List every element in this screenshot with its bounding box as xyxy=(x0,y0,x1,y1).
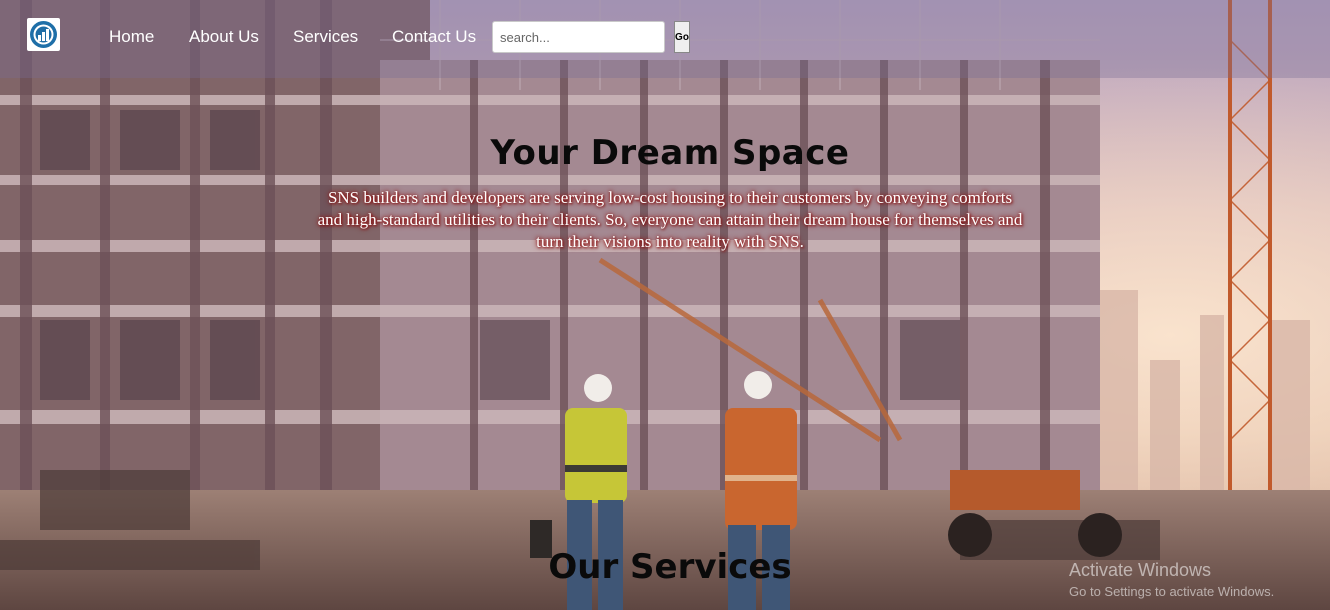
activate-windows-watermark-subtitle: Go to Settings to activate Windows. xyxy=(1069,584,1275,599)
nav-link-contact-us[interactable]: Contact Us xyxy=(392,27,476,47)
search-input[interactable] xyxy=(492,21,665,53)
nav-link-about-us[interactable]: About Us xyxy=(189,27,259,47)
go-button[interactable]: Go xyxy=(674,21,690,53)
navbar: Home About Us Services Contact Us Go xyxy=(0,0,1330,78)
hero-description: SNS builders and developers are serving … xyxy=(317,188,1023,251)
building-chart-logo-icon[interactable] xyxy=(27,18,60,51)
hero-title: Your Dream Space xyxy=(490,133,850,173)
hero-background-image xyxy=(0,0,1330,610)
nav-link-services[interactable]: Services xyxy=(293,27,358,47)
activate-windows-watermark-title: Activate Windows xyxy=(1069,560,1212,580)
nav-link-home[interactable]: Home xyxy=(109,27,154,47)
